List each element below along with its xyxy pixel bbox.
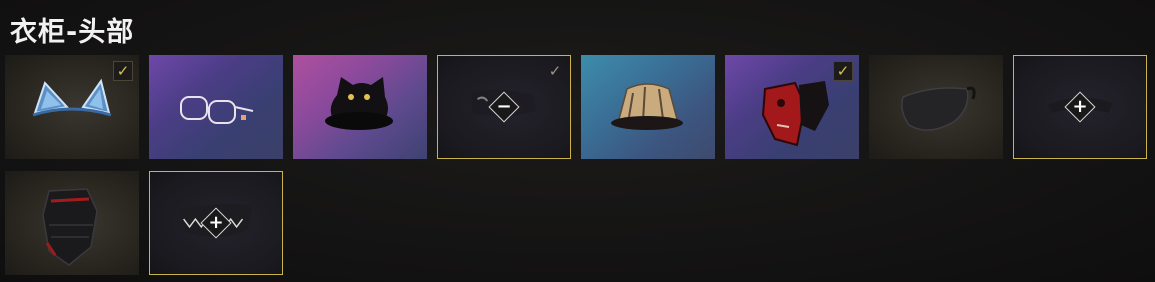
equipped-check-icon: ✓ [113, 61, 133, 81]
wardrobe-slot-face-mask[interactable] [869, 55, 1003, 159]
wardrobe-slot-face-guard[interactable] [5, 171, 139, 275]
wardrobe-slot-glasses[interactable] [149, 55, 283, 159]
black-face-mask-icon [901, 86, 976, 131]
wardrobe-slot-demon-mask[interactable]: ✓ [725, 55, 859, 159]
wardrobe-slot-bucket-hat[interactable] [581, 55, 715, 159]
page-title: 衣柜-头部 [10, 17, 135, 48]
wardrobe-slot-cat-ears[interactable]: ✓ [5, 55, 139, 159]
black-cat-hat-icon [325, 77, 393, 130]
black-red-face-guard-icon [42, 188, 98, 266]
wardrobe-slot-cat-hat[interactable] [293, 55, 427, 159]
wardrobe-slot-visor[interactable]: + [1013, 55, 1147, 159]
equipped-check-icon: ✓ [548, 62, 562, 80]
round-glasses-icon [180, 96, 254, 124]
equipped-check-icon: ✓ [833, 61, 853, 81]
wardrobe-slot-mask-selected[interactable]: ✓ − [437, 55, 571, 159]
bucket-hat-icon [611, 83, 683, 130]
wardrobe-slot-shark-mask[interactable]: + [149, 171, 283, 275]
